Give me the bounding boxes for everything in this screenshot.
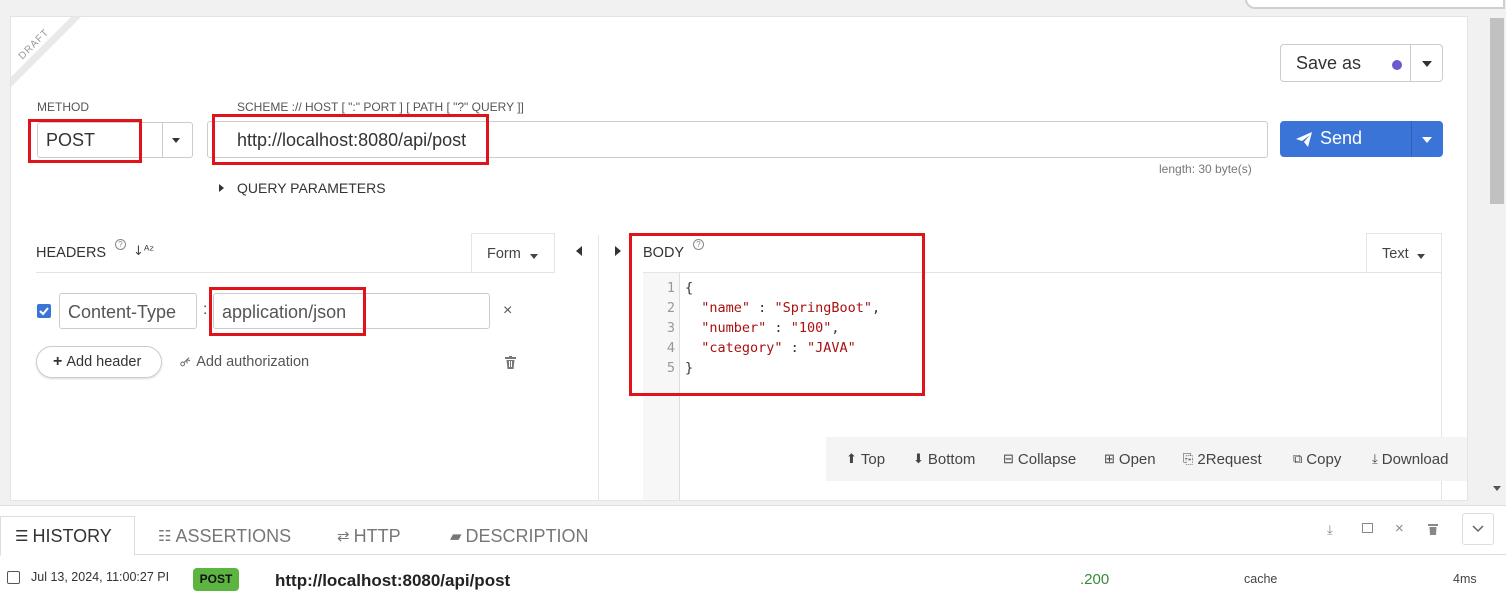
header-enabled-checkbox[interactable] [37,304,51,318]
method-badge: POST [193,568,239,591]
caret-down-icon [530,254,538,259]
remove-header-icon[interactable]: × [503,302,512,320]
toolbar-open-button[interactable]: ⊞ Open [1104,437,1156,481]
send-label: Send [1320,128,1363,148]
download-history-icon[interactable]: ⤓ [1327,522,1333,538]
headers-title: HEADERS [36,245,107,261]
exchange-icon: ⇄ [337,528,350,545]
toolbar-top-button[interactable]: ⬆ Top [846,437,885,481]
toolbar-bottom-button[interactable]: ⬇ Bottom [913,437,975,481]
collapse-right-arrow-icon[interactable] [615,246,621,256]
header-name-input[interactable]: Content-Type [59,293,197,329]
caret-down-icon [1422,137,1432,143]
add-header-label: Add header [66,354,142,370]
toolbar-copy-button[interactable]: ⧉ Copy [1293,437,1341,481]
tab-http[interactable]: ⇄ HTTP [337,516,401,556]
caret-down-icon [1417,254,1425,259]
header-value-highlight [209,287,366,336]
clear-history-trash-icon[interactable] [1428,523,1438,535]
toolbar-download-button[interactable]: ⤓ Download [1372,437,1448,481]
toolbar-2request-button[interactable]: ⎘ 2Request [1183,437,1262,481]
copy-to-request-icon: ⎘ [1183,451,1194,466]
top-tab-edge [1245,0,1505,9]
caret-right-icon [219,184,224,192]
copy-icon: ⧉ [1293,451,1303,466]
sort-alpha-icon[interactable]: ↓ᴬᶻ [133,244,154,259]
url-highlight [212,114,489,165]
url-scheme-label: SCHEME :// HOST [ ":" PORT ] [ PATH [ "?… [237,100,524,114]
unsaved-dot-icon [1392,60,1402,70]
query-parameters-label: QUERY PARAMETERS [237,180,386,196]
tab-history[interactable]: ☰ HISTORY [0,516,135,556]
table-row[interactable]: Jul 13, 2024, 11:00:27 PI POST http://lo… [0,558,1506,604]
key-icon: ⚷ [176,351,195,371]
save-as-label: Save as [1296,53,1362,73]
tab-assertions[interactable]: ☷ ASSERTIONS [158,516,291,556]
plus-icon: + [53,353,63,370]
splitter[interactable] [598,235,599,500]
book-icon: ▰ [450,528,462,545]
history-time: 4ms [1453,572,1477,586]
add-authorization-label: Add authorization [196,353,310,370]
download-icon: ⤓ [1372,451,1378,466]
method-highlight [28,119,142,163]
bottom-panel: ☰ HISTORY ☷ ASSERTIONS ⇄ HTTP ▰ DESCRIPTION … [0,505,1506,608]
caret-down-icon [172,138,180,143]
history-status: .200 [1080,571,1110,588]
headers-form-dropdown[interactable]: Form [471,233,555,273]
body-toolbar: ⬆ Top ⬇ Bottom ⊟ Collapse ⊞ Open ⎘ 2Request ⧉… [826,437,1467,481]
arrow-circle-up-icon: ⬆ [846,451,857,466]
chevron-down-icon [1472,525,1484,533]
request-panel: DRAFT Save as METHOD POST SCHEME :// HOS… [10,16,1468,501]
add-header-button[interactable]: + Add header [36,346,162,378]
save-as-dropdown-button[interactable] [1410,44,1443,82]
scroll-down-arrow-icon[interactable] [1493,486,1501,491]
history-url[interactable]: http://localhost:8080/api/post [275,571,510,591]
collapse-panel-button[interactable] [1462,513,1494,545]
send-button[interactable]: Send [1280,121,1411,157]
query-parameters-toggle[interactable]: QUERY PARAMETERS [219,179,386,197]
toolbar-collapse-button[interactable]: ⊟ Collapse [1003,437,1076,481]
scrollbar-thumb[interactable] [1490,18,1504,204]
tab-description[interactable]: ▰ DESCRIPTION [450,516,589,556]
trash-icon[interactable] [505,356,516,369]
body-highlight [629,233,925,396]
check-icon [39,307,49,316]
maximize-icon[interactable] [1362,523,1373,533]
close-icon[interactable]: × [1395,520,1404,537]
help-icon[interactable]: ? [115,239,126,250]
send-dropdown-button[interactable] [1411,121,1443,157]
form-label: Form [487,246,521,262]
add-authorization-link[interactable]: ⚷ Add authorization [176,352,310,371]
save-as-button[interactable]: Save as [1280,44,1411,82]
list-icon: ☰ [15,528,29,545]
history-cache: cache [1244,572,1278,586]
collapse-left-arrow-icon[interactable] [576,246,582,256]
text-label: Text [1382,246,1409,262]
url-length: length: 30 byte(s) [1159,162,1252,176]
history-row-checkbox[interactable] [7,571,20,584]
header-name-value: Content-Type [68,302,177,322]
caret-down-icon [1422,61,1432,67]
history-date: Jul 13, 2024, 11:00:27 PI [31,570,169,584]
body-text-dropdown[interactable]: Text [1366,233,1442,273]
minus-square-icon: ⊟ [1003,451,1014,466]
tasks-icon: ☷ [158,528,172,545]
send-icon [1296,132,1312,147]
arrow-circle-down-icon: ⬇ [913,451,924,466]
method-label: METHOD [37,100,89,114]
plus-square-icon: ⊞ [1104,451,1115,466]
